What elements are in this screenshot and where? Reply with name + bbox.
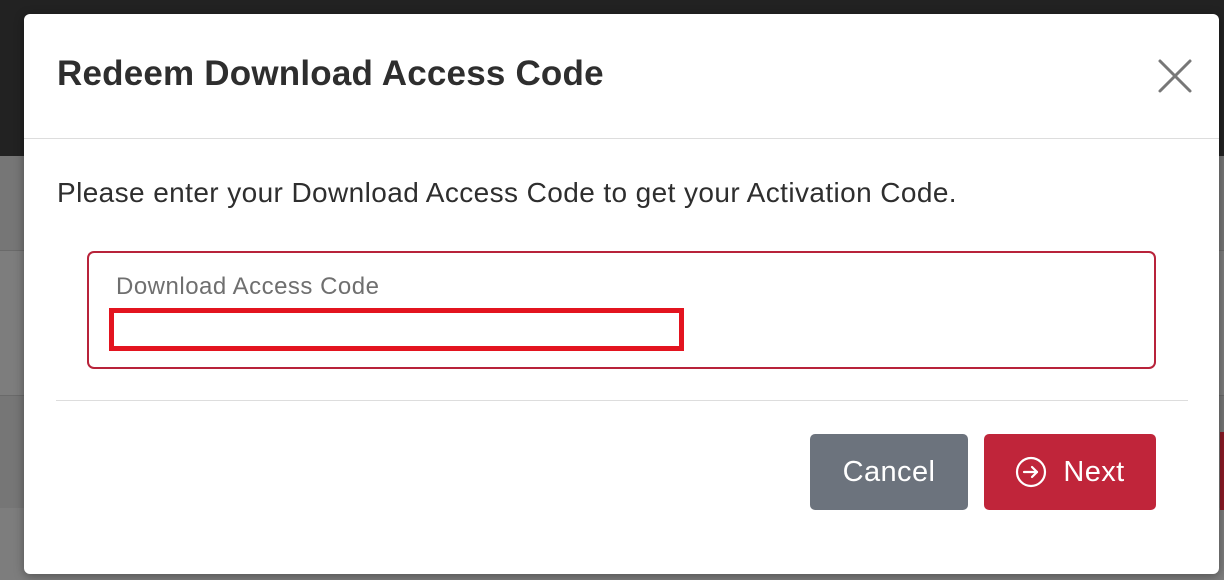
instruction-text: Please enter your Download Access Code t… [57,177,957,208]
footer-divider [56,400,1188,401]
next-button-label: Next [1063,455,1125,488]
redeem-code-dialog: Redeem Download Access Code Please enter… [24,14,1219,574]
access-code-label: Download Access Code [116,273,380,300]
cancel-button[interactable]: Cancel [810,434,968,510]
dialog-title: Redeem Download Access Code [57,54,604,93]
next-button[interactable]: Next [984,434,1156,510]
close-icon [1158,59,1192,93]
access-code-field: Download Access Code [87,251,1156,369]
background-accent-tab [1220,432,1224,510]
close-button[interactable] [1157,58,1193,94]
cancel-button-label: Cancel [842,455,936,488]
dialog-header: Redeem Download Access Code [24,14,1219,139]
arrow-circle-right-icon [1015,456,1047,488]
access-code-input[interactable] [109,308,684,351]
